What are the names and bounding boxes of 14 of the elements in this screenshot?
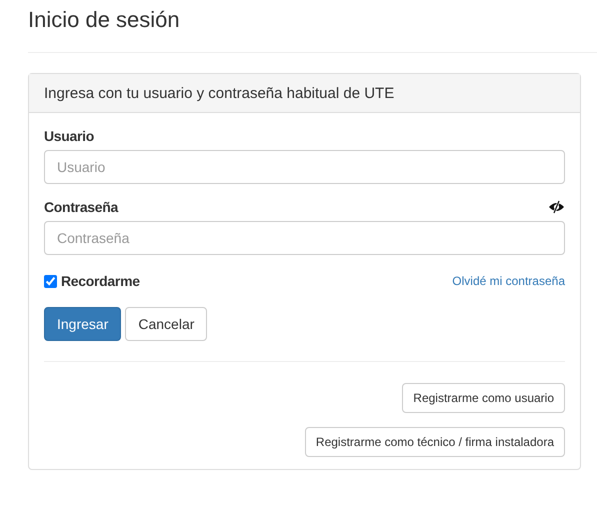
eye-slash-icon[interactable] xyxy=(548,200,565,214)
input-field[interactable]: Contraseña xyxy=(44,221,565,255)
page-title: Inicio de sesión xyxy=(28,6,181,34)
remember-label: Recordarme xyxy=(61,273,140,289)
field-label: Usuario xyxy=(44,128,94,144)
panel-heading-text: Ingresa con tu usuario y contraseña habitual de UTE xyxy=(44,85,394,102)
cancel-button[interactable]: Cancelar xyxy=(125,307,208,341)
register-button[interactable]: Registrarme como técnico / firma instaladora xyxy=(304,427,565,457)
input-field[interactable]: Usuario xyxy=(44,150,565,184)
field-label: Contraseña xyxy=(44,199,118,215)
register-button[interactable]: Registrarme como usuario xyxy=(402,383,565,413)
forgot-password-link[interactable]: Olvidé mi contraseña xyxy=(452,274,565,288)
remember-checkbox[interactable] xyxy=(44,274,57,288)
login-button[interactable]: Ingresar xyxy=(44,307,122,341)
